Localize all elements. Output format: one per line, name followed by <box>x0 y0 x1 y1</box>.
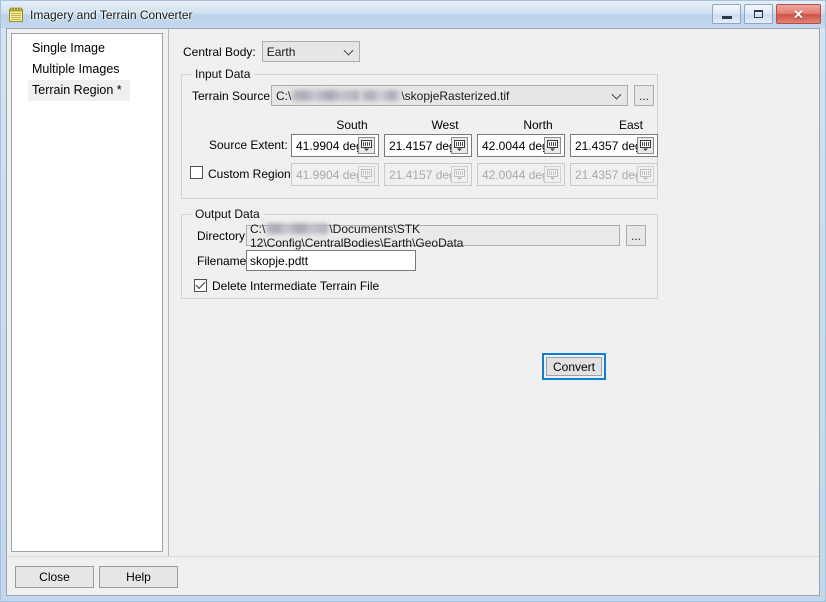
delete-intermediate-checkbox[interactable] <box>194 279 207 292</box>
unit-selector-icon <box>451 166 468 183</box>
directory-field[interactable]: C:\ \Documents\STK 12\Config\CentralBodie… <box>246 222 620 250</box>
directory-prefix: C:\ <box>250 221 266 236</box>
source-extent-north[interactable]: 42.0044 deg <box>477 134 565 157</box>
dialog-footer: Close Help <box>7 557 819 595</box>
redacted-user-segment <box>266 222 329 234</box>
column-header-west: West <box>431 118 459 132</box>
unit-selector-icon[interactable] <box>358 137 375 154</box>
custom-region-south-value: 41.9904 deg <box>296 167 363 182</box>
source-extent-north-value: 42.0044 deg <box>482 138 549 153</box>
maximize-button[interactable] <box>744 4 773 24</box>
redacted-path-segment-2 <box>362 89 401 101</box>
chevron-down-icon <box>343 45 354 56</box>
sidebar-item-multiple-images[interactable]: Multiple Images <box>12 59 162 80</box>
column-header-south: South <box>336 118 368 132</box>
output-data-title: Output Data <box>191 207 264 221</box>
custom-region-south: 41.9904 deg <box>291 163 379 186</box>
terrain-source-prefix: C:\ <box>276 88 292 103</box>
source-extent-label: Source Extent: <box>209 138 288 152</box>
terrain-source-label: Terrain Source: <box>192 89 274 103</box>
custom-region-east-value: 21.4357 deg <box>575 167 642 182</box>
filename-value: skopje.pdtt <box>250 253 309 268</box>
close-button-label: Close <box>39 570 70 584</box>
source-extent-west-value: 21.4157 deg <box>389 138 456 153</box>
checkmark-icon <box>195 279 206 290</box>
application-window: Imagery and Terrain Converter ✕ Single I… <box>0 0 826 602</box>
window-title: Imagery and Terrain Converter <box>30 7 193 22</box>
column-header-north: North <box>523 118 553 132</box>
sidebar-item-single-image[interactable]: Single Image <box>12 38 162 59</box>
terrain-source-browse-label: ... <box>638 88 649 103</box>
maximize-icon <box>754 10 763 18</box>
converter-mode-list[interactable]: Single Image Multiple Images Terrain Reg… <box>11 33 163 552</box>
directory-browse-label: ... <box>630 228 641 243</box>
source-extent-south-value: 41.9904 deg <box>296 138 363 153</box>
central-body-label: Central Body: <box>183 44 256 59</box>
terrain-source-combo[interactable]: C:\ \skopjeRasterized.tif <box>271 85 628 106</box>
minimize-button[interactable] <box>712 4 741 24</box>
central-body-value: Earth <box>266 44 296 59</box>
custom-region-checkbox[interactable] <box>190 166 203 179</box>
terrain-source-value: C:\ \skopjeRasterized.tif <box>276 89 509 103</box>
custom-region-west-value: 21.4157 deg <box>389 167 456 182</box>
column-header-east: East <box>618 118 643 132</box>
help-button-label: Help <box>126 570 151 584</box>
output-data-group: Output Data Directory: C:\ \Documents\STK… <box>181 207 658 299</box>
custom-region-east: 21.4357 deg <box>570 163 658 186</box>
title-bar: Imagery and Terrain Converter ✕ <box>1 1 825 28</box>
source-extent-south[interactable]: 41.9904 deg <box>291 134 379 157</box>
sidebar-item-label: Multiple Images <box>32 62 120 76</box>
source-extent-east-value: 21.4357 deg <box>575 138 642 153</box>
close-window-button[interactable]: ✕ <box>776 4 821 24</box>
source-extent-east[interactable]: 21.4357 deg <box>570 134 658 157</box>
custom-region-north-value: 42.0044 deg <box>482 167 549 182</box>
unit-selector-icon <box>637 166 654 183</box>
close-icon: ✕ <box>793 6 804 22</box>
terrain-source-browse-button[interactable]: ... <box>634 85 654 106</box>
chevron-down-icon <box>611 89 622 100</box>
delete-intermediate-label: Delete Intermediate Terrain File <box>212 279 380 293</box>
dialog-body: Single Image Multiple Images Terrain Reg… <box>7 29 819 557</box>
window-controls: ✕ <box>712 4 821 24</box>
unit-selector-icon[interactable] <box>637 137 654 154</box>
input-data-group: Input Data Terrain Source: C:\ \skopjeRas… <box>181 67 658 199</box>
central-body-select[interactable]: Earth <box>261 41 360 62</box>
sidebar-item-terrain-region[interactable]: Terrain Region * <box>28 80 130 101</box>
custom-region-label: Custom Region: <box>208 167 295 181</box>
terrain-source-suffix: \skopjeRasterized.tif <box>401 88 510 103</box>
source-extent-west[interactable]: 21.4157 deg <box>384 134 472 157</box>
unit-selector-icon[interactable] <box>544 137 561 154</box>
dialog-client-area: Single Image Multiple Images Terrain Reg… <box>6 28 820 596</box>
directory-value: C:\ \Documents\STK 12\Config\CentralBodie… <box>250 222 616 250</box>
help-button[interactable]: Help <box>99 566 178 588</box>
directory-browse-button[interactable]: ... <box>626 225 646 246</box>
convert-button-label: Convert <box>552 359 596 374</box>
custom-region-west: 21.4157 deg <box>384 163 472 186</box>
minimize-icon <box>721 15 732 19</box>
sidebar-item-label: Terrain Region * <box>32 83 122 97</box>
document-list-icon <box>8 7 24 23</box>
filename-label: Filename: <box>197 254 250 268</box>
redacted-path-segment-1 <box>292 89 361 101</box>
filename-input[interactable]: skopje.pdtt <box>246 250 416 271</box>
input-data-title: Input Data <box>191 67 255 81</box>
sidebar-item-label: Single Image <box>32 41 105 55</box>
directory-label: Directory: <box>197 229 249 243</box>
convert-button-focus-ring: Convert <box>542 353 606 380</box>
unit-selector-icon <box>544 166 561 183</box>
convert-button[interactable]: Convert <box>546 357 602 376</box>
terrain-region-panel: Central Body: Earth Input Data Terrain S… <box>168 29 819 556</box>
unit-selector-icon <box>358 166 375 183</box>
custom-region-north: 42.0044 deg <box>477 163 565 186</box>
central-body-row: Central Body: Earth <box>183 41 360 62</box>
unit-selector-icon[interactable] <box>451 137 468 154</box>
close-button[interactable]: Close <box>15 566 94 588</box>
